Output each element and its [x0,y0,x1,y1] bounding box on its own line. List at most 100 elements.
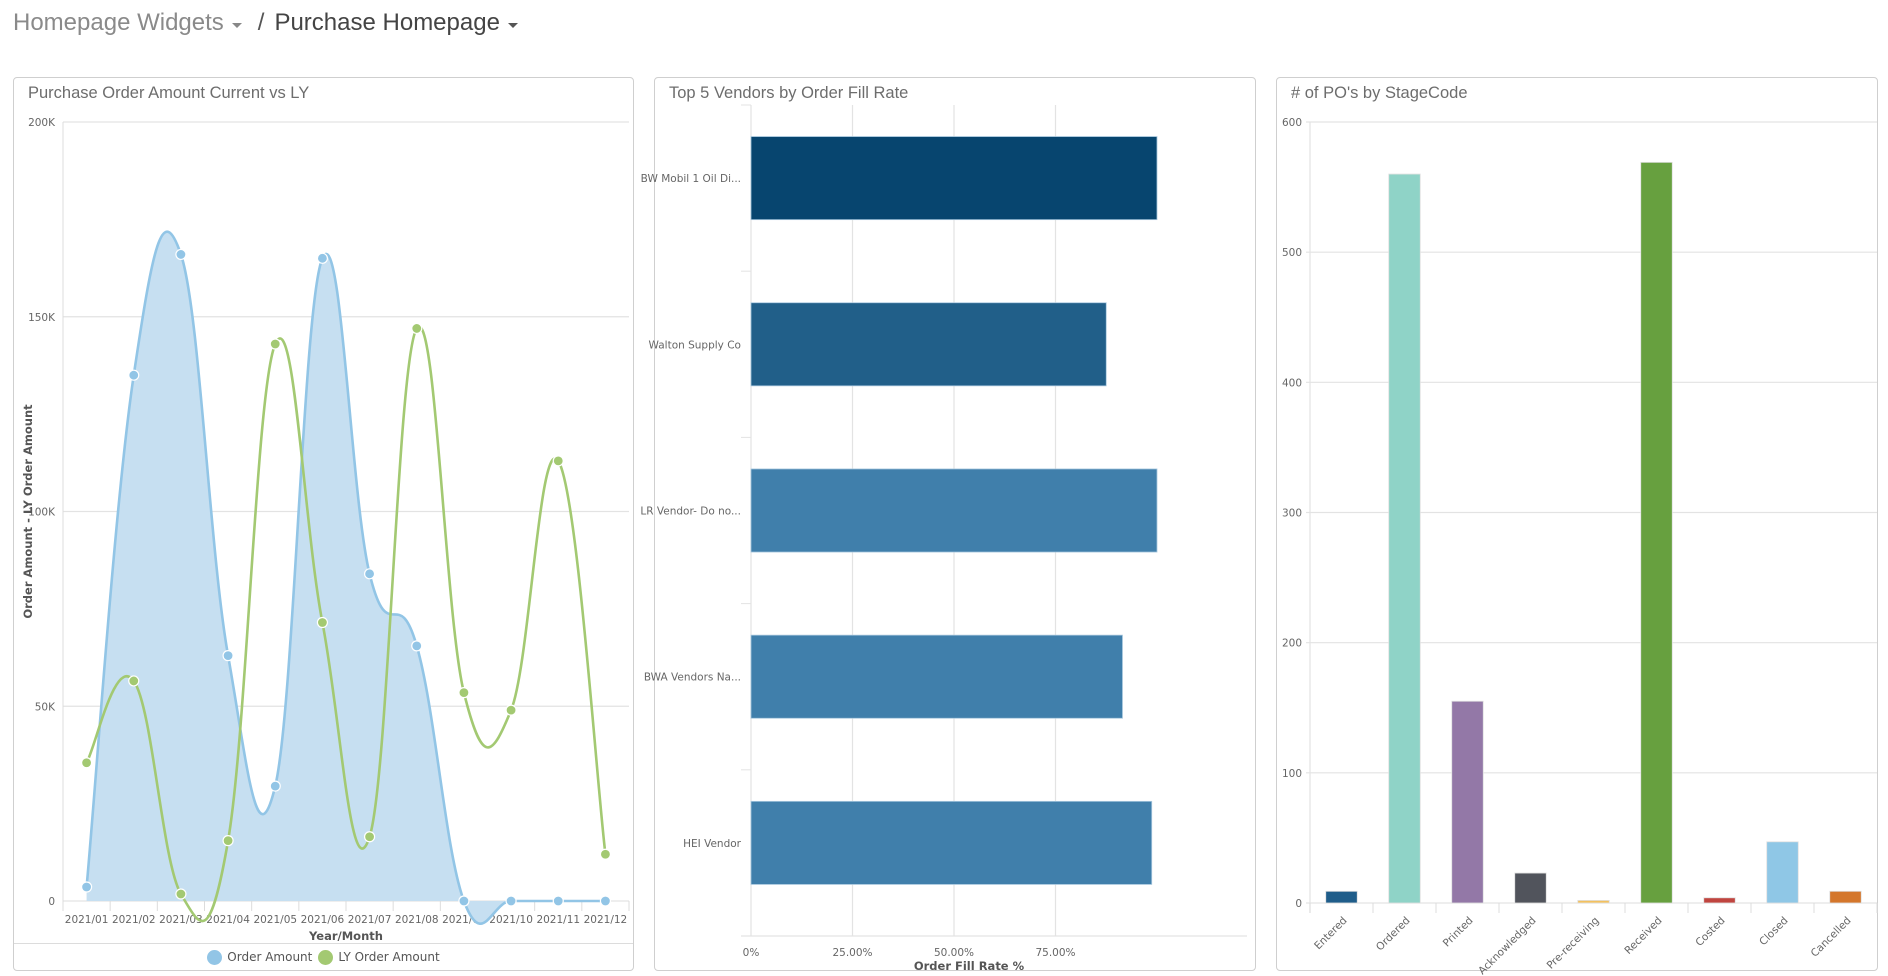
x-tick-label: 2021/07 [348,914,392,926]
stage-bar [1703,897,1736,904]
x-tick-label: 2021/04 [206,914,250,926]
vendor-bar [750,136,1158,221]
order-amount-point [175,248,187,261]
vendor-label: LR Vendor- Do no... [640,506,741,518]
x-tick-label: 2021/12 [584,914,628,926]
order-amount-point [80,881,93,893]
x-tick-label: Cancelled [1809,915,1854,960]
chart-legend: Order Amount LY Order Amount [14,943,633,970]
ly-order-amount-point [458,687,470,699]
line-area-chart: 050K100K150K200K2021/01 2021/02 2021/03 202… [21,117,630,943]
vendor-bar [750,800,1153,885]
x-tick-label: Costed [1693,915,1727,949]
y-tick-label: 200K [28,117,56,129]
legend-dot-icon [318,949,334,965]
legend-label: Order Amount [227,950,313,964]
order-amount-point [552,895,564,907]
order-amount-point [269,780,281,792]
stage-bar [1766,841,1799,904]
vendor-label: HEI Vendor [683,838,742,850]
x-tick-label: Pre-receiving [1545,915,1602,972]
order-amount-area [86,231,606,924]
ly-order-amount-point [599,848,612,860]
x-tick-label: Acknowledged [1476,915,1538,976]
horizontal-bar-chart: 0% 25.00% 50.00% 75.00% Order Fill Rate % BW … [640,104,1247,973]
breadcrumb: Homepage Widgets / Purchase Homepage [13,6,518,40]
y-tick-label: 0 [48,896,55,908]
x-tick-label: 2021/01 [65,914,109,926]
x-tick-label: 2021/11 [536,914,580,926]
order-amount-point [505,895,517,907]
breadcrumb-homepage-widgets[interactable]: Homepage Widgets [13,9,242,37]
x-tick-label: 50.00% [934,947,974,959]
y-tick-label: 400 [1282,377,1302,389]
caret-down-icon [231,22,242,28]
ly-order-amount-point [80,757,93,769]
widget-top-vendors-fill-rate: Top 5 Vendors by Order Fill Rate 0% 25.00… [640,77,1256,973]
breadcrumb-separator: / [257,9,265,36]
y-tick-label: 200 [1282,638,1302,650]
x-axis-title: Order Fill Rate % [914,959,1025,973]
x-tick-label: Printed [1441,915,1476,950]
x-tick-label: Ordered [1374,915,1413,954]
ly-order-amount-point [552,455,564,467]
x-axis-title: Year/Month [308,929,383,943]
x-tick-label: 25.00% [832,947,872,959]
ly-order-amount-point [269,338,281,350]
y-tick-label: 100 [1282,768,1302,780]
legend-label: LY Order Amount [338,950,440,964]
legend-item-order-amount[interactable]: Order Amount [207,949,313,965]
legend-dot-icon [207,949,223,965]
y-tick-label: 0 [1295,898,1302,910]
breadcrumb-label: Homepage Widgets [13,9,224,36]
order-amount-point [599,895,612,907]
y-tick-label: 600 [1282,117,1302,129]
x-tick-label: 2021/05 [253,914,297,926]
x-tick-label: 2021/02 [112,914,156,926]
x-tick-label: 0% [743,947,760,959]
order-amount-point [222,650,234,662]
order-amount-point [458,895,470,907]
stage-bar [1829,890,1862,904]
vendor-bar [750,302,1107,387]
column-chart: 0 100 200 300 400 500 600 Entered Ordered Printed… [1282,117,1878,976]
vendor-bar [750,634,1123,719]
stage-bar [1451,700,1484,904]
caret-down-icon [507,22,518,28]
y-tick-label: 50K [35,701,56,713]
order-amount-point [411,640,423,652]
ly-order-amount-point [175,888,187,900]
ly-order-amount-point [128,675,140,687]
vendor-label: BW Mobil 1 Oil Di... [641,173,741,185]
vendor-bar [750,468,1158,553]
ly-order-amount-point [316,616,329,629]
x-tick-label: 2021/10 [489,914,533,926]
stage-bar [1388,173,1421,904]
y-tick-label: 300 [1282,508,1302,520]
stage-bar [1640,161,1673,904]
ly-order-amount-point [411,322,423,335]
widget-purchase-order-amount: Purchase Order Amount Current vs LY 0 50K… [13,77,634,971]
order-amount-point [128,369,140,381]
order-amount-point [363,568,376,580]
order-amount-point [316,252,329,264]
widget-po-by-stagecode: # of PO's by StageCode 0 100 200 300 400 500 6… [1276,77,1878,976]
x-tick-label: 75.00% [1035,947,1075,959]
vendor-label: Walton Supply Co [649,339,741,351]
stage-bar [1577,899,1610,904]
ly-order-amount-point [363,831,376,843]
y-tick-label: 150K [28,312,56,324]
x-tick-label: 2021/08 [395,914,439,926]
x-tick-label: Received [1622,915,1664,957]
x-tick-label: Entered [1312,915,1350,953]
x-tick-label: 2021/06 [301,914,345,926]
breadcrumb-purchase-homepage[interactable]: Purchase Homepage [274,9,518,37]
y-tick-label: 500 [1282,247,1302,259]
stage-bar [1325,890,1358,904]
ly-order-amount-point [222,835,234,847]
x-tick-label: Closed [1757,915,1790,948]
breadcrumb-label: Purchase Homepage [274,9,500,36]
stage-bar [1514,872,1547,904]
legend-item-ly-order-amount[interactable]: LY Order Amount [318,949,440,965]
y-axis-title: Order Amount - LY Order Amount [21,404,35,619]
